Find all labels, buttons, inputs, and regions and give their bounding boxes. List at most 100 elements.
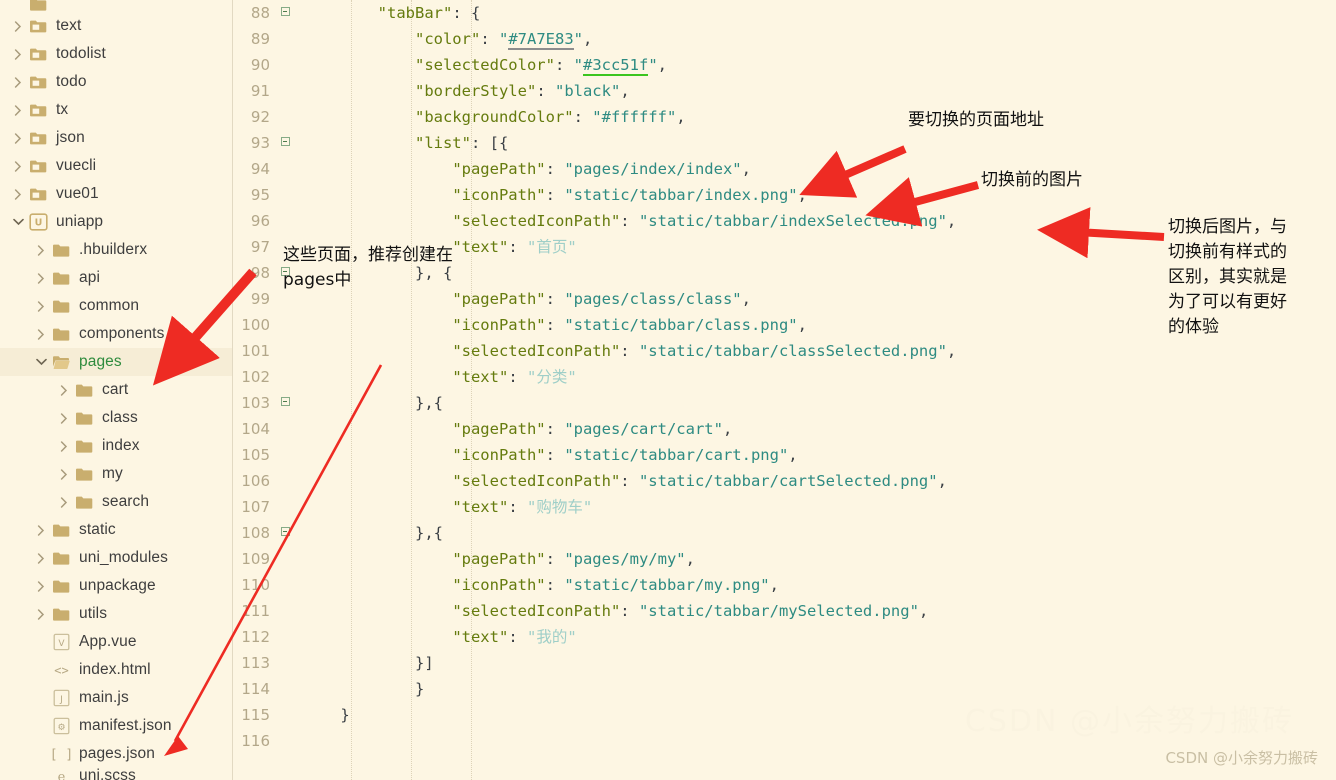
code-line[interactable]: 94 "pagePath": "pages/index/index", xyxy=(233,156,1336,182)
anno-icon-after: 切换后图片，与 切换前有样式的 区别，其实就是 为了可以有更好 的体验 xyxy=(1168,217,1287,337)
code-line[interactable]: 102 "text": "分类" xyxy=(233,364,1336,390)
tree-item-label: search xyxy=(102,493,150,510)
fold-toggle-icon[interactable] xyxy=(277,397,293,409)
code-line[interactable]: 104 "pagePath": "pages/cart/cart", xyxy=(233,416,1336,442)
chevron-right-icon[interactable] xyxy=(34,524,48,536)
chevron-right-icon[interactable] xyxy=(34,272,48,284)
tree-item-index-html[interactable]: <> index.html xyxy=(0,656,232,684)
tree-item-vuecli[interactable]: vuecli xyxy=(0,152,232,180)
chevron-right-icon[interactable] xyxy=(57,468,71,480)
tree-item-pages-json[interactable]: [ ] pages.json xyxy=(0,740,232,768)
code-line[interactable]: 95 "iconPath": "static/tabbar/index.png"… xyxy=(233,182,1336,208)
chevron-down-icon[interactable] xyxy=(11,218,25,226)
tree-item--hbuilderx[interactable]: .hbuilderx xyxy=(0,236,232,264)
svg-text:[ ]: [ ] xyxy=(51,747,72,762)
code-line[interactable]: 111 "selectedIconPath": "static/tabbar/m… xyxy=(233,598,1336,624)
tree-item-label: .hbuilderx xyxy=(79,241,148,258)
folder-open-small-icon xyxy=(28,103,49,118)
code-line[interactable]: 113 }] xyxy=(233,650,1336,676)
tree-item-unpackage[interactable]: unpackage xyxy=(0,572,232,600)
code-line[interactable]: 112 "text": "我的" xyxy=(233,624,1336,650)
tree-item-search[interactable]: search xyxy=(0,488,232,516)
line-number: 109 xyxy=(241,550,270,568)
tree-item-manifest-json[interactable]: ⚙ manifest.json xyxy=(0,712,232,740)
tree-item-main-js[interactable]: Jmain.js xyxy=(0,684,232,712)
chevron-right-icon[interactable] xyxy=(34,244,48,256)
fold-toggle-icon[interactable] xyxy=(277,527,293,539)
code-line[interactable]: 90 "selectedColor": "#3cc51f", xyxy=(233,52,1336,78)
tree-item-todolist[interactable]: todolist xyxy=(0,40,232,68)
tree-item-json[interactable]: json xyxy=(0,124,232,152)
tree-item-uni-modules[interactable]: uni_modules xyxy=(0,544,232,572)
code-line[interactable]: 105 "iconPath": "static/tabbar/cart.png"… xyxy=(233,442,1336,468)
tree-item-blank[interactable] xyxy=(0,0,232,12)
chevron-right-icon[interactable] xyxy=(34,580,48,592)
chevron-right-icon[interactable] xyxy=(34,300,48,312)
folder-open-small-icon xyxy=(28,187,49,202)
line-number: 94 xyxy=(250,160,270,178)
tree-item-tx[interactable]: tx xyxy=(0,96,232,124)
chevron-right-icon[interactable] xyxy=(57,496,71,508)
tree-item-label: App.vue xyxy=(79,633,137,650)
code-line[interactable]: 91 "borderStyle": "black", xyxy=(233,78,1336,104)
chevron-right-icon[interactable] xyxy=(11,104,25,116)
fold-toggle-icon[interactable] xyxy=(277,7,293,19)
chevron-right-icon[interactable] xyxy=(57,412,71,424)
tree-item-static[interactable]: static xyxy=(0,516,232,544)
code-editor-pane[interactable]: 88 "tabBar": {89 "color": "#7A7E83", 90 "… xyxy=(233,0,1336,780)
code-line[interactable]: 106 "selectedIconPath": "static/tabbar/c… xyxy=(233,468,1336,494)
code-line[interactable]: 109 "pagePath": "pages/my/my", xyxy=(233,546,1336,572)
chevron-right-icon[interactable] xyxy=(34,328,48,340)
tree-item-utils[interactable]: utils xyxy=(0,600,232,628)
svg-text:e: e xyxy=(58,770,66,780)
chevron-down-icon[interactable] xyxy=(34,358,48,366)
fold-toggle-icon[interactable] xyxy=(277,137,293,149)
folder-icon xyxy=(51,271,72,286)
tree-item-index[interactable]: index xyxy=(0,432,232,460)
line-number: 88 xyxy=(250,4,270,22)
code-line[interactable]: 92 "backgroundColor": "#ffffff", xyxy=(233,104,1336,130)
chevron-right-icon[interactable] xyxy=(34,552,48,564)
chevron-right-icon[interactable] xyxy=(11,48,25,60)
tree-item-vue01[interactable]: vue01 xyxy=(0,180,232,208)
tree-item-common[interactable]: common xyxy=(0,292,232,320)
line-number: 89 xyxy=(250,30,270,48)
chevron-right-icon[interactable] xyxy=(57,440,71,452)
code-line[interactable]: 93 "list": [{ xyxy=(233,130,1336,156)
code-line[interactable]: 107 "text": "购物车" xyxy=(233,494,1336,520)
tree-item-label: components xyxy=(79,325,165,342)
chevron-right-icon[interactable] xyxy=(57,384,71,396)
code-line[interactable]: 103 },{ xyxy=(233,390,1336,416)
tree-item-components[interactable]: components xyxy=(0,320,232,348)
code-line[interactable]: 89 "color": "#7A7E83", xyxy=(233,26,1336,52)
chevron-right-icon[interactable] xyxy=(34,608,48,620)
code-line[interactable]: 108 },{ xyxy=(233,520,1336,546)
folder-icon xyxy=(28,0,49,12)
code-lines[interactable]: 88 "tabBar": {89 "color": "#7A7E83", 90 "… xyxy=(233,0,1336,754)
code-line[interactable]: 110 "iconPath": "static/tabbar/my.png", xyxy=(233,572,1336,598)
tree-item-my[interactable]: my xyxy=(0,460,232,488)
tree-item-todo[interactable]: todo xyxy=(0,68,232,96)
code-line[interactable]: 101 "selectedIconPath": "static/tabbar/c… xyxy=(233,338,1336,364)
line-number: 101 xyxy=(241,342,270,360)
project-file-tree[interactable]: text todolist todo tx json vuecli vue01 Uuniapp… xyxy=(0,0,233,780)
tree-item-api[interactable]: api xyxy=(0,264,232,292)
code-text: "iconPath": "static/tabbar/my.png", xyxy=(452,576,779,594)
chevron-right-icon[interactable] xyxy=(11,76,25,88)
tree-item-label: unpackage xyxy=(79,577,156,594)
chevron-right-icon[interactable] xyxy=(11,132,25,144)
code-line[interactable]: 88 "tabBar": { xyxy=(233,0,1336,26)
tree-item-text[interactable]: text xyxy=(0,12,232,40)
tree-item-pages[interactable]: pages xyxy=(0,348,232,376)
chevron-right-icon[interactable] xyxy=(11,188,25,200)
line-number: 113 xyxy=(241,654,270,672)
tree-item-uni-scss[interactable]: e uni.scss xyxy=(0,768,232,780)
tree-item-label: text xyxy=(56,17,82,34)
tree-item-class[interactable]: class xyxy=(0,404,232,432)
chevron-right-icon[interactable] xyxy=(11,160,25,172)
folder-icon xyxy=(74,439,95,454)
tree-item-app-vue[interactable]: V App.vue xyxy=(0,628,232,656)
chevron-right-icon[interactable] xyxy=(11,20,25,32)
tree-item-uniapp[interactable]: Uuniapp xyxy=(0,208,232,236)
tree-item-cart[interactable]: cart xyxy=(0,376,232,404)
